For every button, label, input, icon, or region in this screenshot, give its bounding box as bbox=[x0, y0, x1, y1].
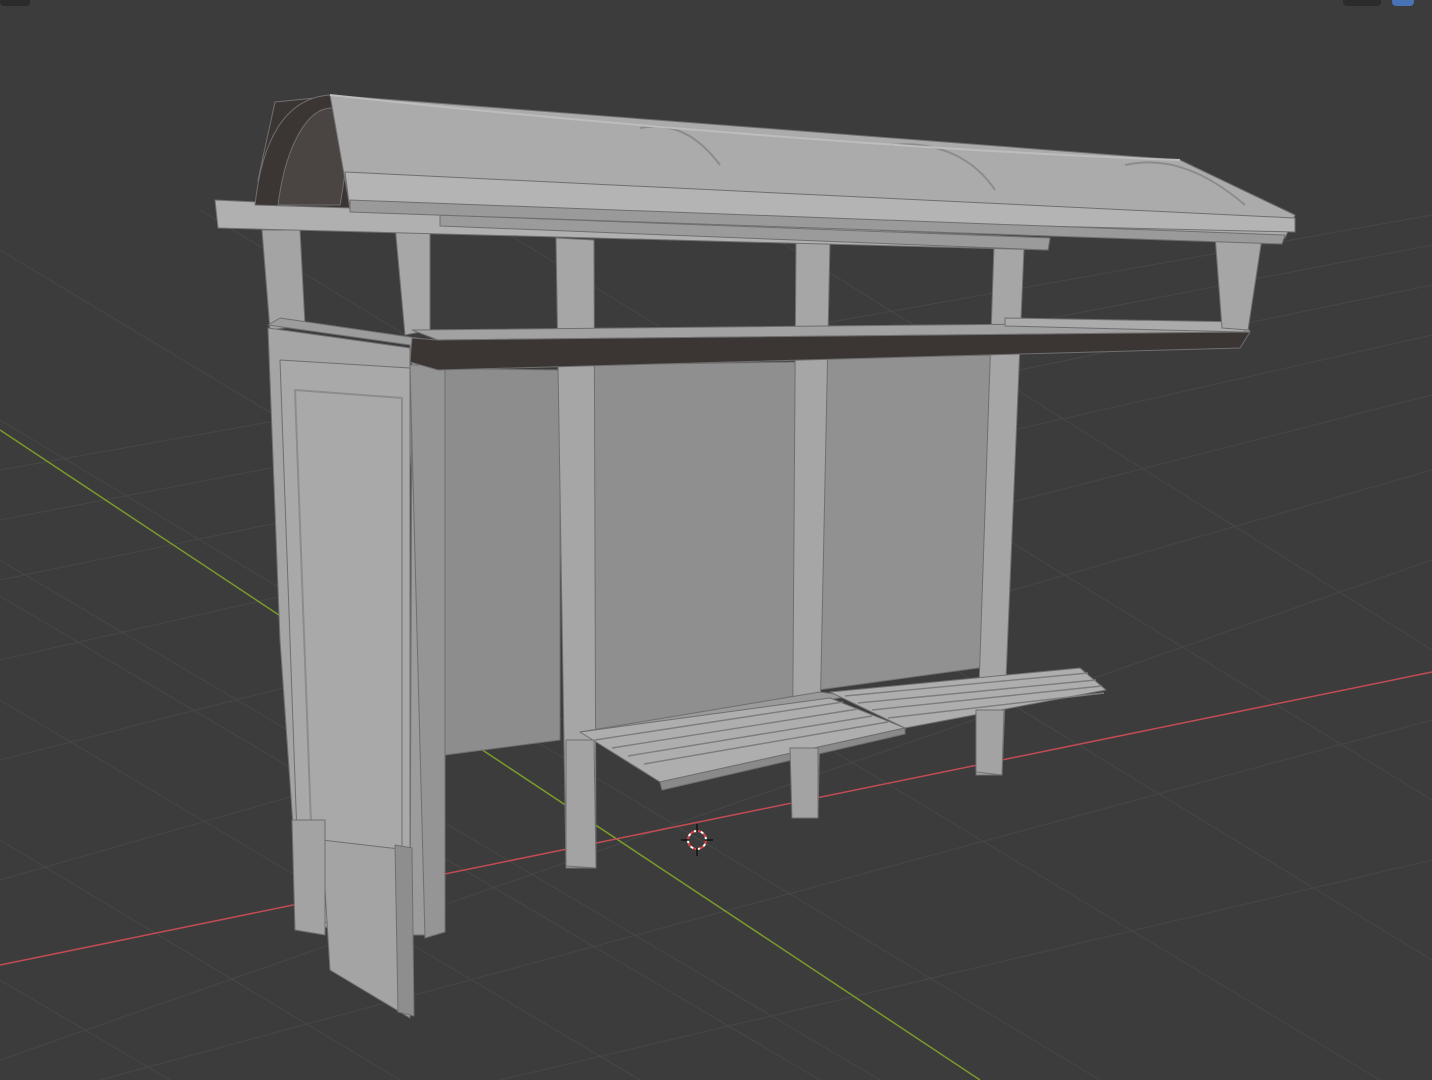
bus-shelter-model[interactable] bbox=[214, 94, 1296, 1019]
viewport-header-button[interactable] bbox=[0, 0, 30, 6]
viewport-overlay-toggle[interactable] bbox=[1392, 0, 1414, 6]
scene-render bbox=[0, 94, 1432, 1080]
3d-cursor-icon[interactable] bbox=[681, 824, 713, 856]
3d-viewport[interactable] bbox=[0, 0, 1432, 1080]
viewport-shading-button[interactable] bbox=[1343, 0, 1381, 6]
